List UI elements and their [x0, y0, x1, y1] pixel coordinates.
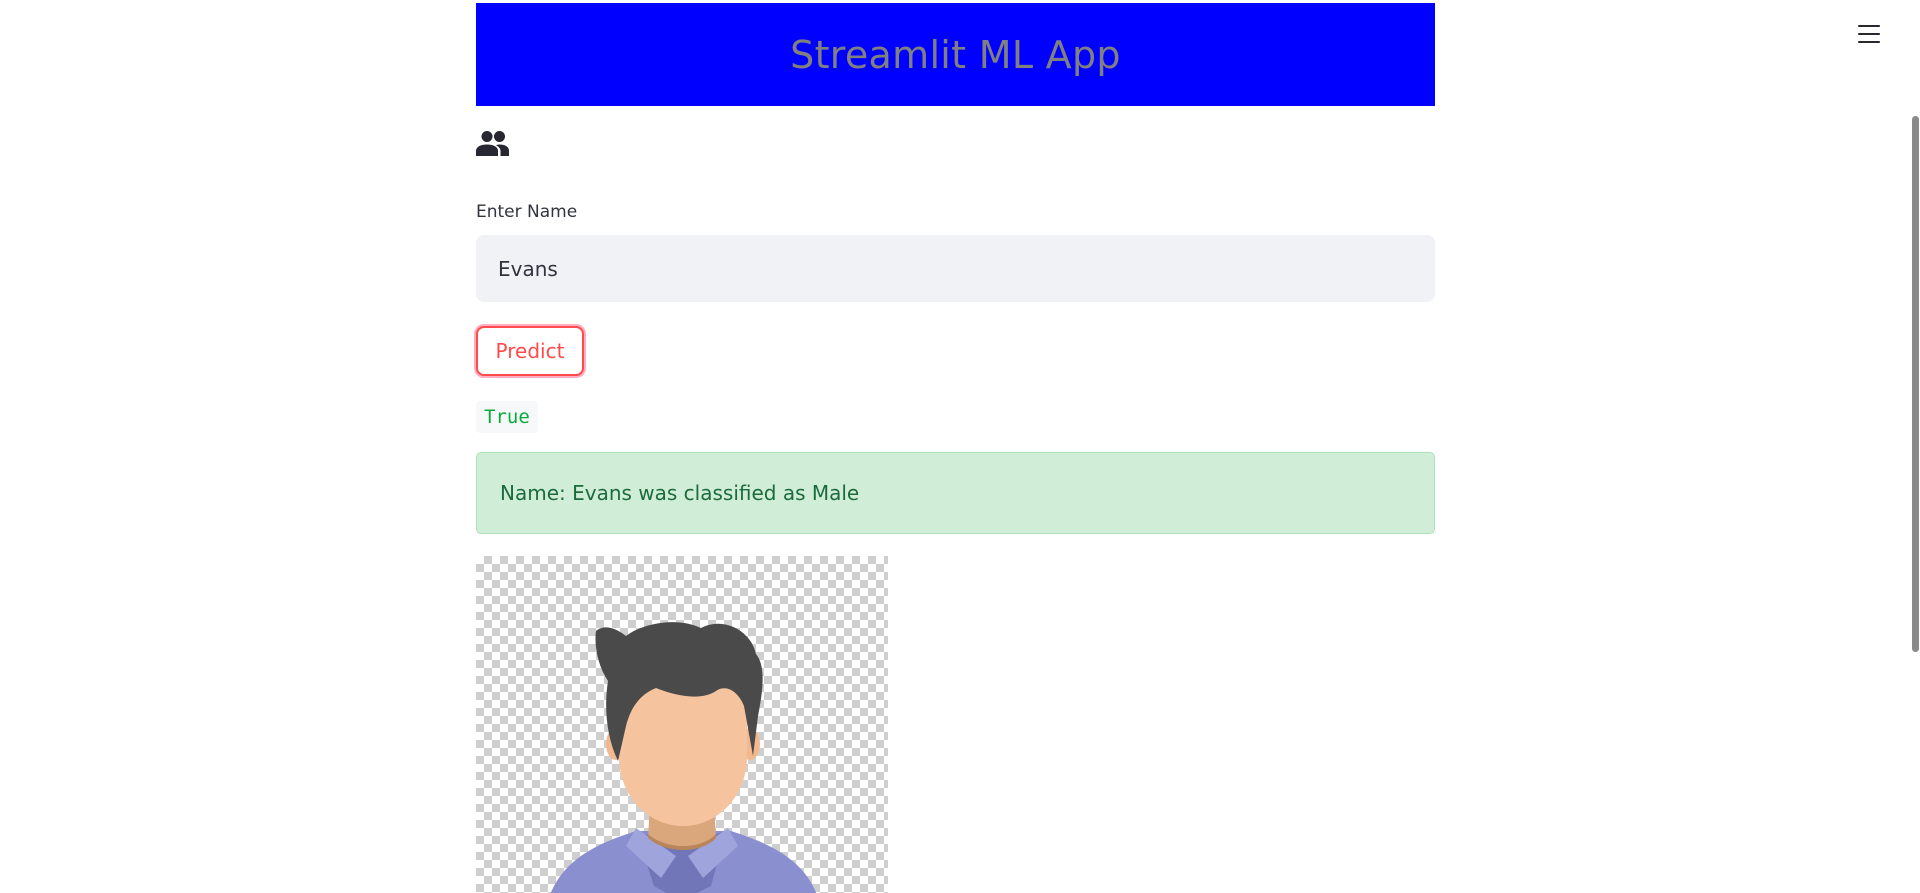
- prediction-result-code: True: [476, 401, 538, 433]
- name-input[interactable]: [476, 235, 1435, 302]
- predict-button[interactable]: Predict: [476, 326, 584, 376]
- hamburger-menu-icon[interactable]: [1856, 22, 1882, 46]
- people-icon: [476, 130, 509, 156]
- title-banner: Streamlit ML App: [476, 3, 1435, 106]
- scrollbar-thumb[interactable]: [1912, 116, 1919, 652]
- name-field-label: Enter Name: [476, 202, 578, 222]
- app-title: Streamlit ML App: [790, 32, 1121, 77]
- success-alert: Name: Evans was classified as Male: [476, 452, 1435, 534]
- main-content: Streamlit ML App Enter Name Predict True…: [476, 3, 1435, 893]
- male-avatar-image: [476, 556, 888, 893]
- success-message: Name: Evans was classified as Male: [500, 481, 860, 505]
- app-page: Streamlit ML App Enter Name Predict True…: [0, 0, 1920, 893]
